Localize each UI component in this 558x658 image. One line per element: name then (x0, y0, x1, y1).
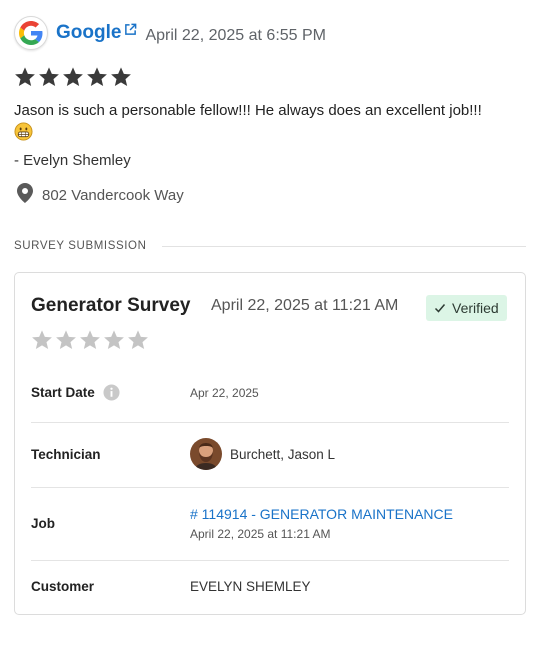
start-date-row: Start Date Apr 22, 2025 (31, 384, 509, 401)
survey-card: Generator Survey April 22, 2025 at 11:21… (14, 272, 526, 615)
review-header: Google April 22, 2025 at 6:55 PM (14, 16, 326, 50)
customer-value: EVELYN SHEMLEY (190, 579, 311, 594)
job-row: Job # 114914 - GENERATOR MAINTENANCE Apr… (31, 506, 509, 541)
avatar[interactable] (190, 438, 222, 470)
technician-row: Technician Burchett, Jason L (31, 438, 509, 470)
job-link[interactable]: # 114914 - GENERATOR MAINTENANCE (190, 506, 453, 522)
review-author: - Evelyn Shemley (14, 152, 131, 169)
survey-date: April 22, 2025 at 11:21 AM (211, 297, 399, 314)
review-source-link[interactable]: Google (56, 22, 121, 44)
verified-badge: Verified (426, 295, 507, 321)
row-divider (31, 560, 509, 561)
star-icon (31, 329, 53, 351)
section-divider (162, 245, 526, 247)
info-icon[interactable] (103, 384, 120, 401)
review-text: Jason is such a personable fellow!!! He … (14, 102, 482, 119)
job-label: Job (31, 516, 56, 531)
location-text: 802 Vandercook Way (42, 187, 184, 204)
star-icon (14, 66, 36, 88)
row-divider (31, 487, 509, 488)
customer-row: Customer EVELYN SHEMLEY (31, 579, 509, 594)
review-text-block: Jason is such a personable fellow!!! He … (14, 100, 524, 145)
job-date: April 22, 2025 at 11:21 AM (190, 527, 331, 541)
verified-label: Verified (452, 300, 499, 316)
star-icon (110, 66, 132, 88)
star-icon (79, 329, 101, 351)
google-logo-icon (14, 16, 48, 50)
star-icon (62, 66, 84, 88)
survey-section-header: SURVEY SUBMISSION (14, 240, 526, 252)
star-icon (127, 329, 149, 351)
technician-label: Technician (31, 446, 101, 462)
review-location: 802 Vandercook Way (17, 183, 184, 208)
star-icon (103, 329, 125, 351)
survey-title: Generator Survey (31, 295, 191, 316)
check-icon (434, 304, 446, 313)
row-divider (31, 422, 509, 423)
technician-name: Burchett, Jason L (230, 446, 336, 462)
grinning-emoji-icon (14, 122, 33, 141)
map-pin-icon (17, 183, 33, 208)
survey-rating (31, 329, 149, 351)
star-icon (55, 329, 77, 351)
star-icon (86, 66, 108, 88)
star-icon (38, 66, 60, 88)
review-date: April 22, 2025 at 6:55 PM (145, 27, 327, 44)
section-title: SURVEY SUBMISSION (14, 240, 147, 252)
start-date-label: Start Date (31, 385, 95, 400)
start-date-value: Apr 22, 2025 (190, 385, 259, 400)
external-link-icon[interactable] (124, 23, 137, 36)
review-rating (14, 66, 132, 88)
customer-label: Customer (31, 579, 95, 594)
